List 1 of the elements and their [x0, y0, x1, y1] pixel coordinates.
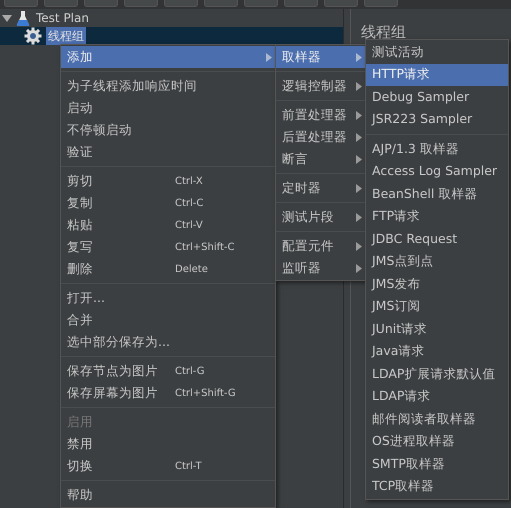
- panel-title: 线程组: [361, 22, 407, 43]
